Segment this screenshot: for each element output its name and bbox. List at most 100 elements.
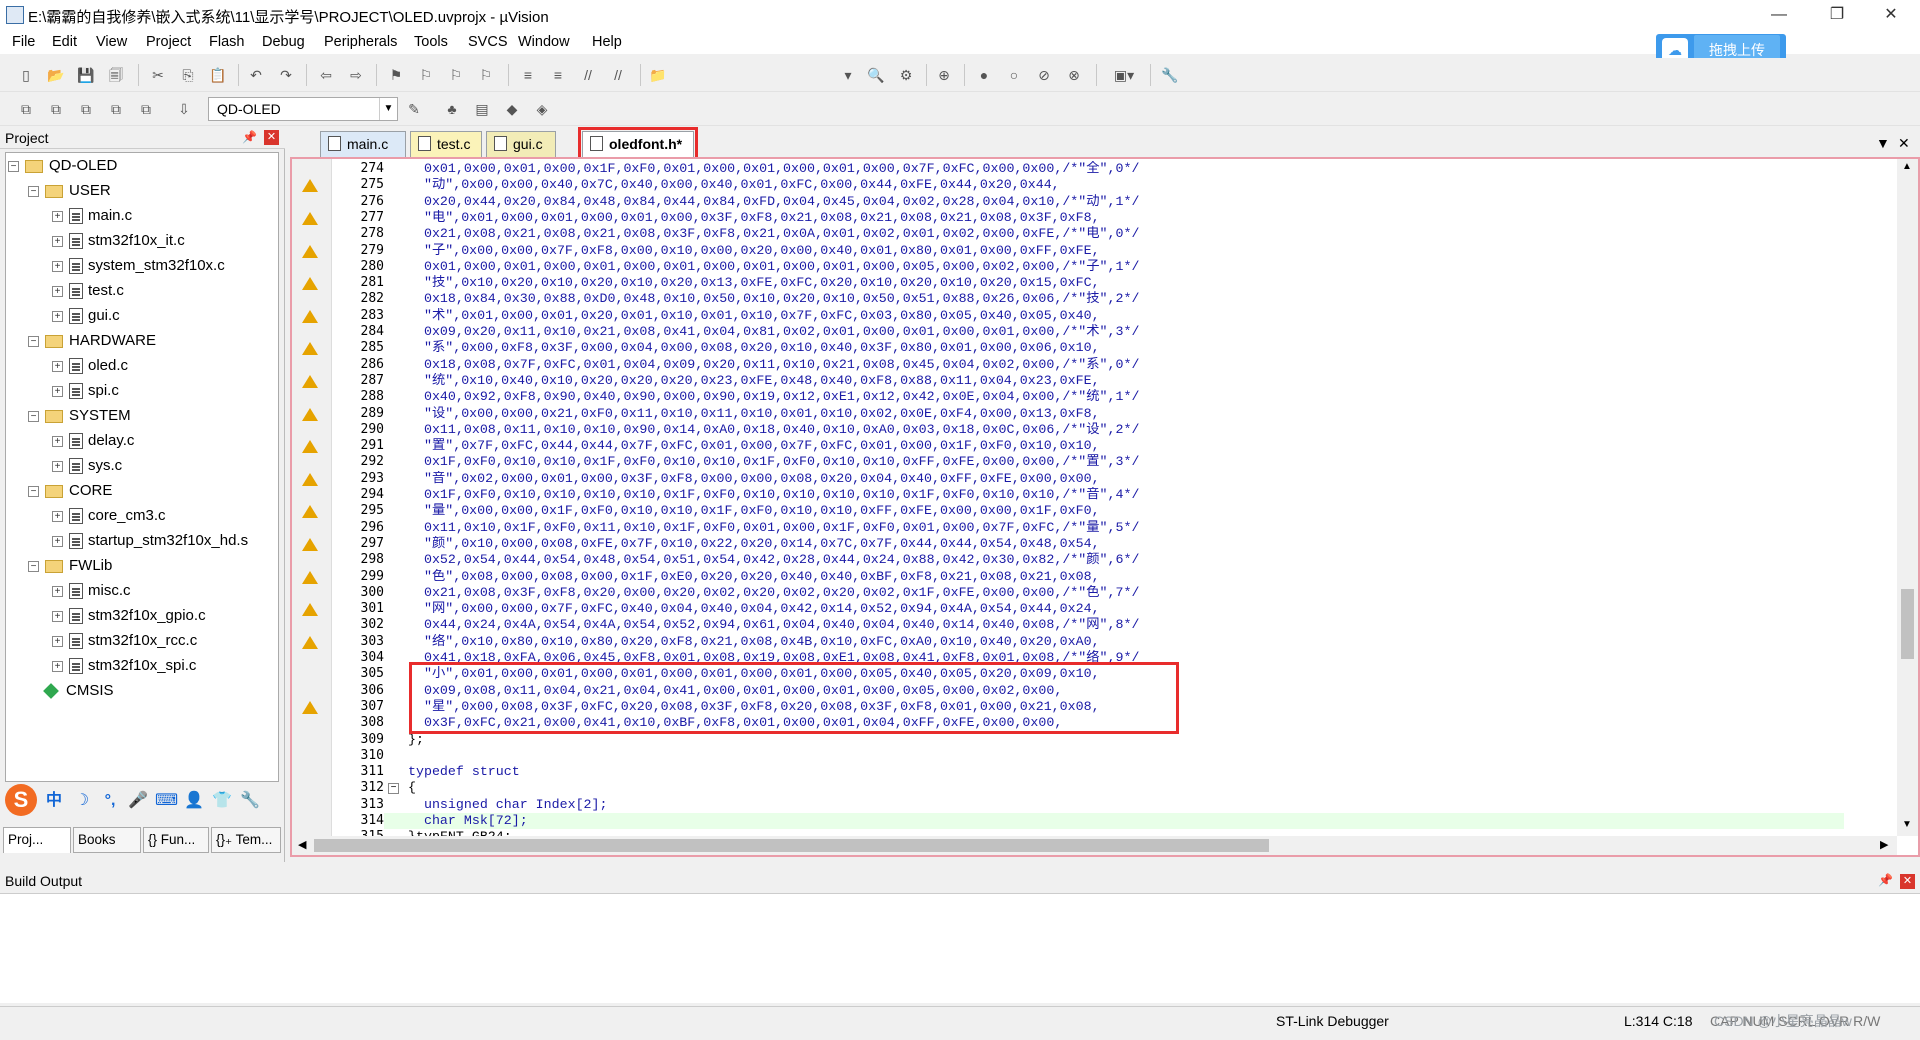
- warning-icon[interactable]: [302, 277, 318, 291]
- build-output-pane[interactable]: [0, 893, 1920, 1003]
- expand-icon[interactable]: +: [52, 285, 63, 297]
- scroll-right-icon[interactable]: ▶: [1880, 838, 1888, 851]
- close-icon[interactable]: ✕: [1900, 874, 1915, 889]
- code-line[interactable]: {: [384, 780, 1844, 796]
- code-line[interactable]: "子",0x00,0x00,0x7F,0xF8,0x00,0x10,0x00,0…: [384, 243, 1844, 259]
- find-icon[interactable]: 🔍: [866, 66, 886, 84]
- expand-icon[interactable]: +: [52, 585, 63, 597]
- unindent-icon[interactable]: ≡: [548, 66, 568, 84]
- rebuild-icon[interactable]: ⧉: [76, 100, 96, 118]
- collapse-icon[interactable]: −: [28, 560, 39, 572]
- prev-bookmark-icon[interactable]: ⚐: [416, 66, 436, 84]
- warning-icon[interactable]: [302, 603, 318, 617]
- bookmark-icon[interactable]: ⚑: [386, 66, 406, 84]
- tree-item[interactable]: + startup_stm32f10x_hd.s: [52, 530, 248, 552]
- tree-item[interactable]: + spi.c: [52, 380, 119, 402]
- expand-icon[interactable]: +: [52, 460, 63, 472]
- nav-forward-icon[interactable]: ⇨: [346, 66, 366, 84]
- expand-icon[interactable]: +: [52, 235, 63, 247]
- punctuation-icon[interactable]: °,: [99, 790, 121, 812]
- tree-item[interactable]: − CORE: [28, 480, 112, 502]
- redo-icon[interactable]: ↷: [276, 66, 296, 84]
- code-editor[interactable]: 274 0x01,0x00,0x01,0x00,0x1F,0xF0,0x01,0…: [290, 157, 1920, 857]
- collapse-icon[interactable]: −: [8, 160, 19, 172]
- tree-item[interactable]: + main.c: [52, 205, 132, 227]
- tree-item[interactable]: − FWLib: [28, 555, 112, 577]
- tab-functions[interactable]: {} Fun...: [143, 827, 209, 853]
- target-select[interactable]: QD-OLED ▼: [208, 97, 398, 121]
- warning-icon[interactable]: [302, 244, 318, 258]
- scroll-down-icon[interactable]: ▼: [1902, 819, 1912, 830]
- warning-icon[interactable]: [302, 407, 318, 421]
- nav-back-icon[interactable]: ⇦: [316, 66, 336, 84]
- code-line[interactable]: 0x11,0x08,0x11,0x10,0x10,0x90,0x14,0xA0,…: [384, 422, 1844, 438]
- code-line[interactable]: "网",0x00,0x00,0x7F,0xFC,0x40,0x04,0x40,0…: [384, 601, 1844, 617]
- code-line[interactable]: "术",0x01,0x00,0x01,0x20,0x01,0x10,0x01,0…: [384, 308, 1844, 324]
- download-icon[interactable]: ⇩: [174, 100, 194, 118]
- pin-icon[interactable]: 📌: [242, 130, 257, 144]
- tab-oledfont-h[interactable]: oledfont.h*: [578, 127, 698, 161]
- ime-chinese-mode[interactable]: 中: [43, 790, 65, 812]
- collapse-icon[interactable]: −: [28, 410, 39, 422]
- menu-file[interactable]: File: [12, 34, 35, 50]
- warning-icon[interactable]: [302, 309, 318, 323]
- copy-icon[interactable]: ⎘: [178, 66, 198, 84]
- menu-view[interactable]: View: [96, 34, 127, 50]
- sogou-logo-icon[interactable]: S: [5, 784, 37, 816]
- code-line[interactable]: 0x1F,0xF0,0x10,0x10,0x1F,0xF0,0x10,0x10,…: [384, 454, 1844, 470]
- menu-project[interactable]: Project: [146, 34, 191, 50]
- expand-icon[interactable]: +: [52, 535, 63, 547]
- tab-gui-c[interactable]: gui.c: [486, 131, 556, 157]
- code-line[interactable]: "统",0x10,0x40,0x10,0x20,0x20,0x20,0x23,0…: [384, 373, 1844, 389]
- code-line[interactable]: "技",0x10,0x20,0x10,0x20,0x10,0x20,0x13,0…: [384, 275, 1844, 291]
- incremental-find-icon[interactable]: ⚙: [896, 66, 916, 84]
- horizontal-scroll-thumb[interactable]: [314, 839, 1269, 852]
- code-line[interactable]: 0x20,0x44,0x20,0x84,0x48,0x84,0x44,0x84,…: [384, 194, 1844, 210]
- menu-flash[interactable]: Flash: [209, 34, 244, 50]
- batch-build-icon[interactable]: ⧉: [106, 100, 126, 118]
- save-all-icon[interactable]: 🗐: [106, 66, 126, 84]
- code-line[interactable]: "量",0x00,0x00,0x1F,0xF0,0x10,0x10,0x1F,0…: [384, 503, 1844, 519]
- code-line[interactable]: "颜",0x10,0x00,0x08,0xFE,0x7F,0x10,0x22,0…: [384, 536, 1844, 552]
- warning-icon[interactable]: [302, 211, 318, 225]
- moon-icon[interactable]: ☽: [71, 790, 93, 812]
- tree-item[interactable]: CMSIS: [43, 680, 114, 702]
- tab-project[interactable]: Proj...: [3, 827, 71, 853]
- vertical-scrollbar[interactable]: ▲ ▼: [1897, 159, 1918, 836]
- warning-icon[interactable]: [302, 700, 318, 714]
- code-line[interactable]: 0x01,0x00,0x01,0x00,0x01,0x00,0x01,0x00,…: [384, 259, 1844, 275]
- tree-item[interactable]: − USER: [28, 180, 111, 202]
- comment-icon[interactable]: //: [578, 66, 598, 84]
- expand-icon[interactable]: +: [52, 435, 63, 447]
- tree-item[interactable]: + misc.c: [52, 580, 131, 602]
- start-debug-icon[interactable]: ⊕: [934, 66, 954, 84]
- fold-icon[interactable]: −: [388, 783, 399, 795]
- tree-item[interactable]: + system_stm32f10x.c: [52, 255, 225, 277]
- undo-icon[interactable]: ↶: [246, 66, 266, 84]
- code-line[interactable]: 0x1F,0xF0,0x10,0x10,0x10,0x10,0x1F,0xF0,…: [384, 487, 1844, 503]
- uncomment-icon[interactable]: //: [608, 66, 628, 84]
- translate-icon[interactable]: ⧉: [16, 100, 36, 118]
- code-line[interactable]: "络",0x10,0x80,0x10,0x80,0x20,0xF8,0x21,0…: [384, 634, 1844, 650]
- warning-icon[interactable]: [302, 570, 318, 584]
- expand-icon[interactable]: +: [52, 360, 63, 372]
- window-layout-icon[interactable]: ▣▾: [1106, 66, 1142, 84]
- tab-books[interactable]: Books: [73, 827, 141, 853]
- close-icon[interactable]: ✕: [264, 130, 279, 145]
- code-line[interactable]: char Msk[72];: [384, 813, 1844, 830]
- menu-debug[interactable]: Debug: [262, 34, 305, 50]
- manage-components-icon[interactable]: ♣: [442, 100, 462, 118]
- dropdown-icon[interactable]: ▾: [838, 66, 858, 84]
- cut-icon[interactable]: ✂: [148, 66, 168, 84]
- stop-build-icon[interactable]: ⧉: [136, 100, 156, 118]
- tree-item[interactable]: + test.c: [52, 280, 124, 302]
- code-line[interactable]: [384, 748, 1844, 764]
- menu-tools[interactable]: Tools: [414, 34, 448, 50]
- collapse-icon[interactable]: −: [28, 485, 39, 497]
- code-line[interactable]: 0x11,0x10,0x1F,0xF0,0x11,0x10,0x1F,0xF0,…: [384, 520, 1844, 536]
- menu-edit[interactable]: Edit: [52, 34, 77, 50]
- tree-item[interactable]: + stm32f10x_spi.c: [52, 655, 196, 677]
- close-button[interactable]: ✕: [1862, 0, 1920, 30]
- target-options-icon[interactable]: ✎: [404, 100, 424, 118]
- save-icon[interactable]: 💾: [76, 66, 96, 84]
